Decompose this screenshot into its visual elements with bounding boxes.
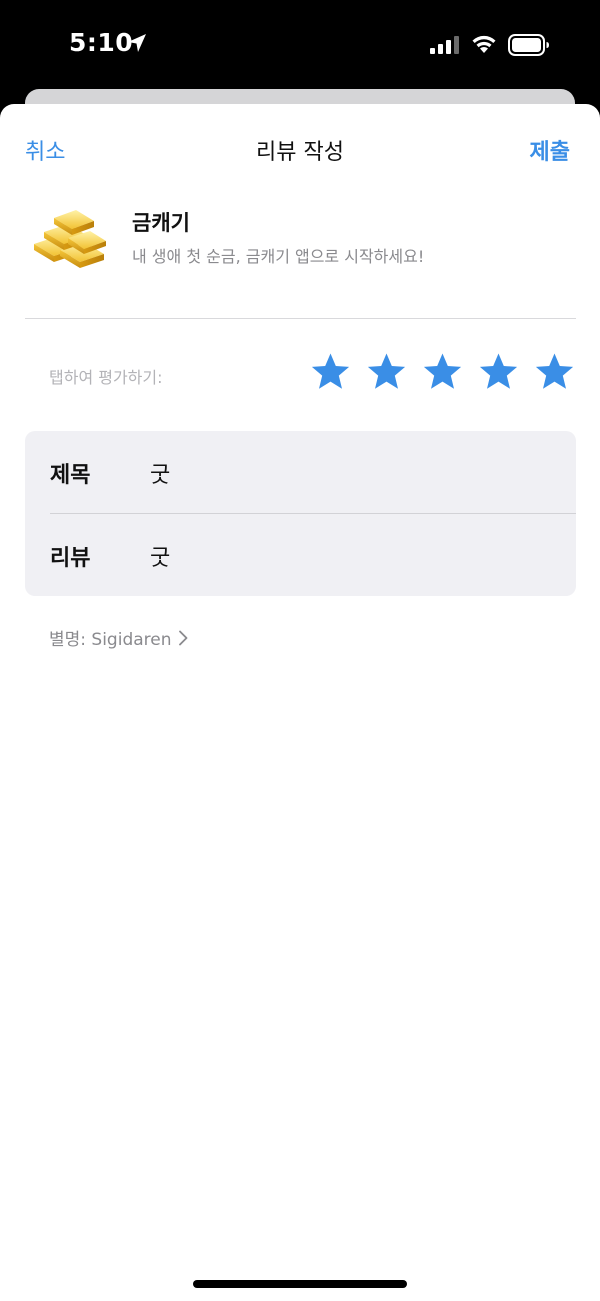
rating-prompt: 탭하여 평가하기: <box>49 368 163 387</box>
title-label: 제목 <box>50 463 91 488</box>
gold-bars-icon <box>34 210 106 268</box>
status-time: 5:10 <box>69 28 134 57</box>
app-name: 금캐기 <box>132 211 190 235</box>
review-input[interactable]: 굿 <box>150 540 170 572</box>
divider <box>25 318 576 319</box>
star-1-icon[interactable] <box>310 352 351 392</box>
star-2-icon[interactable] <box>366 352 407 392</box>
nickname-text: 별명: Sigidaren <box>49 630 172 650</box>
cancel-button[interactable]: 취소 <box>25 134 65 166</box>
star-4-icon[interactable] <box>478 352 519 392</box>
star-5-icon[interactable] <box>534 352 575 392</box>
review-label: 리뷰 <box>50 546 91 571</box>
status-bar: 5:10 <box>0 0 600 90</box>
title-field[interactable]: 제목 굿 <box>25 431 576 513</box>
star-3-icon[interactable] <box>422 352 463 392</box>
review-field[interactable]: 리뷰 굿 <box>25 514 576 596</box>
chevron-right-icon <box>178 630 187 645</box>
write-review-sheet: 취소 리뷰 작성 제출 금캐기 내 생애 첫 순금, 금캐기 앱으로 시작하세요… <box>0 104 600 1301</box>
page-title: 리뷰 작성 <box>256 140 344 165</box>
battery-icon <box>508 34 549 56</box>
screen: 5:10 취소 리뷰 작성 제출 금캐기 내 생애 첫 순금, 금캐기 앱으로 … <box>0 0 600 1301</box>
home-indicator[interactable] <box>193 1280 407 1288</box>
star-rating[interactable] <box>310 352 575 392</box>
submit-button[interactable]: 제출 <box>530 134 570 166</box>
wifi-icon <box>472 35 496 53</box>
cellular-signal-icon <box>430 36 459 54</box>
location-arrow-icon <box>128 34 146 52</box>
review-form: 제목 굿 리뷰 굿 <box>25 431 576 596</box>
app-subtitle: 내 생애 첫 순금, 금캐기 앱으로 시작하세요! <box>132 247 425 266</box>
nickname-link[interactable]: 별명: Sigidaren <box>49 625 188 650</box>
title-input[interactable]: 굿 <box>150 457 170 489</box>
